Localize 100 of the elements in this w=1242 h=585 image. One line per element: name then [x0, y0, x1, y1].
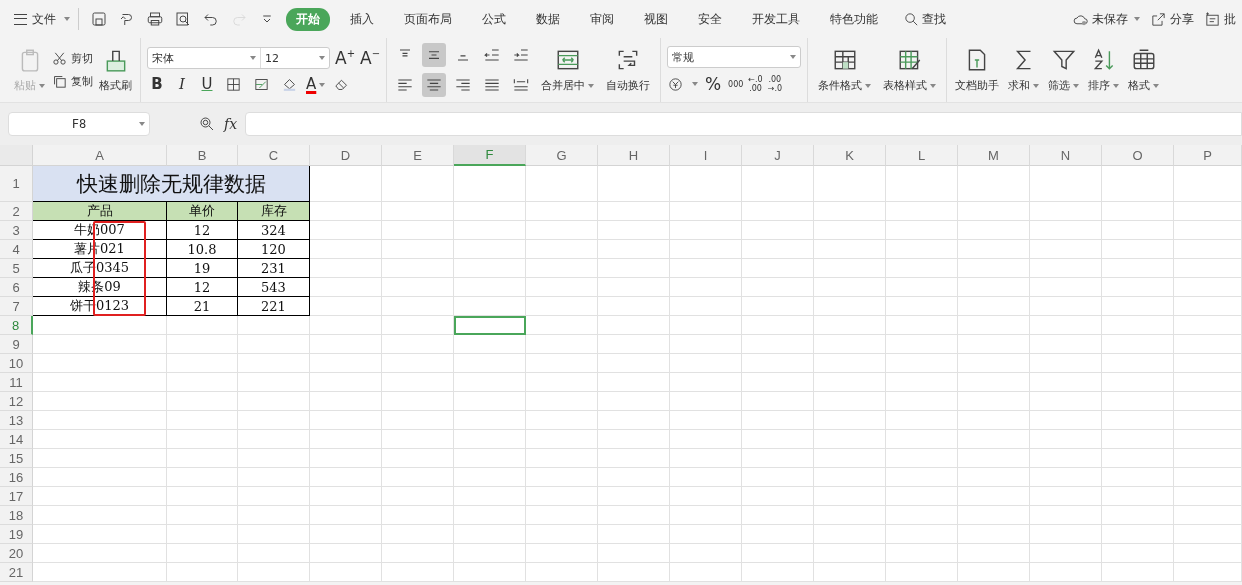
ribbon-tab[interactable]: 插入 [340, 7, 384, 31]
row-header[interactable]: 5 [0, 259, 33, 278]
row-header[interactable]: 8 [0, 316, 33, 335]
account-button[interactable]: 分享 [1150, 10, 1194, 28]
row-header[interactable]: 2 [0, 202, 33, 221]
row-header[interactable]: 6 [0, 278, 33, 297]
column-header[interactable]: B [167, 145, 238, 166]
account-button[interactable]: 批 [1204, 10, 1236, 28]
format-painter-button[interactable]: 格式刷 [97, 45, 134, 95]
table-cell: 120 [238, 240, 310, 259]
increase-decimal-button[interactable]: ←.0 .00 [748, 75, 763, 93]
ribbon-tab[interactable]: 开发工具 [742, 7, 810, 31]
row-header[interactable]: 16 [0, 468, 33, 487]
column-header[interactable]: E [382, 145, 454, 166]
column-header[interactable]: D [310, 145, 382, 166]
ribbon-tab[interactable]: 审阅 [580, 7, 624, 31]
row-header[interactable]: 3 [0, 221, 33, 240]
row-header[interactable]: 1 [0, 166, 33, 202]
merge-center-button[interactable]: 合并居中 [537, 45, 599, 95]
empty-cell [598, 166, 670, 202]
name-box[interactable]: F8 [8, 112, 150, 136]
empty-cell [238, 373, 310, 392]
empty-cell [598, 430, 670, 449]
column-header[interactable]: L [886, 145, 958, 166]
column-header[interactable]: C [238, 145, 310, 166]
column-header[interactable]: K [814, 145, 886, 166]
bold-button[interactable]: B [147, 75, 167, 93]
column-header[interactable]: O [1102, 145, 1174, 166]
function-button[interactable]: fx [224, 116, 238, 132]
ribbon-tab[interactable]: 页面布局 [394, 7, 462, 31]
currency-icon[interactable] [667, 75, 685, 93]
column-header[interactable]: M [958, 145, 1030, 166]
style-button[interactable]: 表格样式 [879, 45, 941, 95]
ribbon-tab[interactable]: 特色功能 [820, 7, 888, 31]
row-header[interactable]: 14 [0, 430, 33, 449]
ribbon-tab[interactable]: 公式 [472, 7, 516, 31]
thousands-button[interactable]: 000 [728, 79, 744, 89]
column-header[interactable]: I [670, 145, 742, 166]
empty-cell [1174, 468, 1242, 487]
empty-cell [382, 468, 454, 487]
font-color-button[interactable]: A [306, 75, 326, 93]
tool-button[interactable]: 排序 [1086, 45, 1122, 95]
row-header[interactable]: 7 [0, 297, 33, 316]
tool-button[interactable]: 求和 [1006, 45, 1042, 95]
print-preview-icon[interactable] [174, 10, 192, 28]
row-header[interactable]: 17 [0, 487, 33, 506]
column-header[interactable]: A [33, 145, 167, 166]
formula-input[interactable] [245, 112, 1242, 136]
style-button[interactable]: 条件格式 [814, 45, 876, 95]
tool-button[interactable]: 文档助手 [953, 45, 1002, 95]
ribbon-tab[interactable]: 视图 [634, 7, 678, 31]
row-header[interactable]: 12 [0, 392, 33, 411]
align-center-icon[interactable] [422, 73, 447, 97]
empty-cell [814, 563, 886, 582]
shrink-font-button[interactable]: A$^{−}$ [360, 48, 381, 68]
row-header[interactable]: 13 [0, 411, 33, 430]
row-header[interactable]: 15 [0, 449, 33, 468]
column-header[interactable]: P [1174, 145, 1242, 166]
column-header[interactable]: J [742, 145, 814, 166]
row-header[interactable]: 19 [0, 525, 33, 544]
wrap-text-button[interactable]: 自动换行 [602, 45, 655, 95]
empty-cell [1030, 525, 1102, 544]
decrease-decimal-button[interactable]: .00 →.0 [767, 75, 783, 93]
ribbon-tab[interactable]: 数据 [526, 7, 570, 31]
tool-button[interactable]: 格式 [1126, 45, 1162, 95]
share-icon [1150, 10, 1167, 28]
row-header[interactable]: 18 [0, 506, 33, 525]
number-format-select[interactable]: 常规 [667, 46, 802, 68]
empty-cell [382, 373, 454, 392]
column-header[interactable]: N [1030, 145, 1102, 166]
row-header[interactable]: 9 [0, 335, 33, 354]
row-header[interactable]: 20 [0, 544, 33, 563]
underline-button[interactable]: U [197, 75, 217, 93]
file-menu[interactable]: 文件 [14, 10, 70, 28]
column-header[interactable]: G [526, 145, 598, 166]
row-header[interactable]: 4 [0, 240, 33, 259]
find-button[interactable]: 查找 [903, 10, 946, 28]
save-icon[interactable] [90, 10, 108, 28]
print-icon[interactable] [146, 10, 164, 28]
empty-cell [598, 316, 670, 335]
copy-button[interactable]: 复制 [51, 73, 93, 90]
zoom-icon[interactable] [198, 115, 216, 133]
ribbon-tab[interactable]: 安全 [688, 7, 732, 31]
tool-button[interactable]: 筛选 [1046, 45, 1082, 95]
empty-cell [670, 525, 742, 544]
row-header[interactable]: 11 [0, 373, 33, 392]
cut-button[interactable]: 剪切 [51, 50, 93, 67]
percent-button[interactable]: % [703, 74, 724, 94]
row-header[interactable]: 10 [0, 354, 33, 373]
empty-cell [742, 525, 814, 544]
empty-cell [310, 525, 382, 544]
column-header[interactable]: H [598, 145, 670, 166]
account-button[interactable]: 未保存 [1072, 10, 1140, 28]
empty-cell [598, 240, 670, 259]
row-header[interactable]: 21 [0, 563, 33, 582]
empty-cell [454, 468, 526, 487]
grow-font-button[interactable]: A$^{+}$ [335, 48, 356, 68]
borders-icon[interactable] [225, 75, 242, 93]
align-middle-icon[interactable] [422, 43, 447, 67]
italic-button[interactable]: I [172, 75, 192, 93]
